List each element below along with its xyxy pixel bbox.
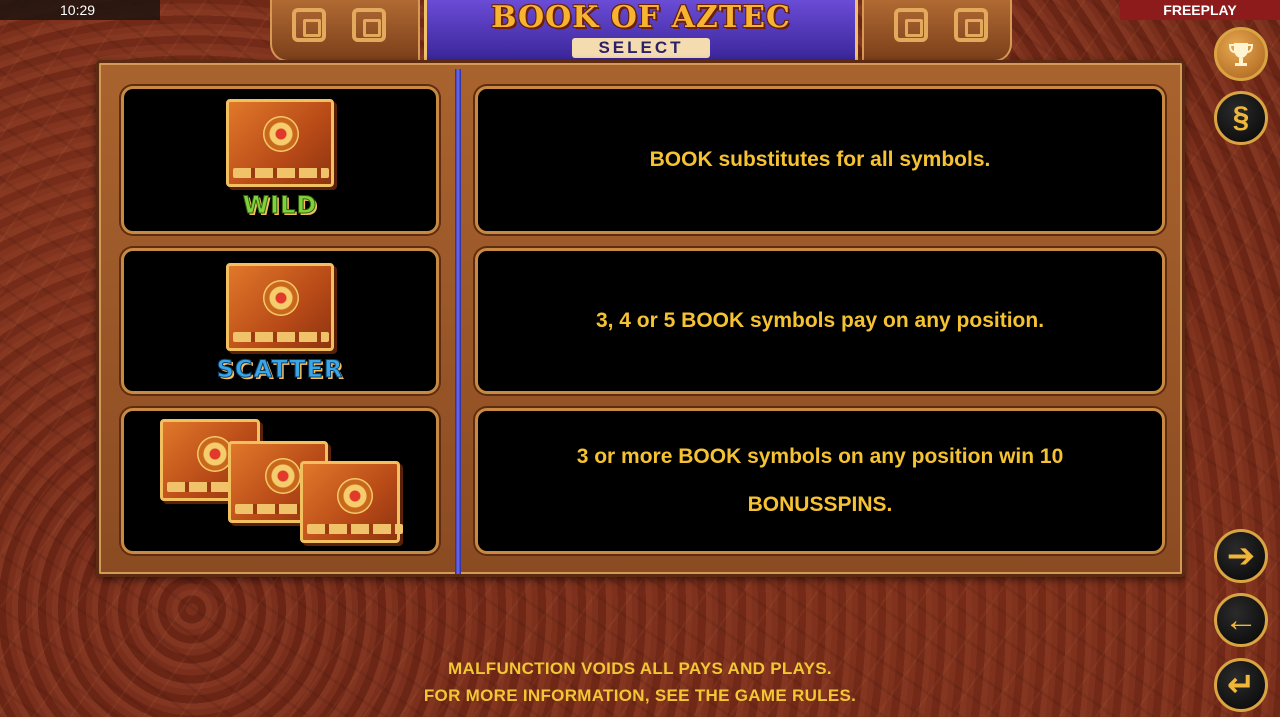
arrow-right-icon: ➔	[1226, 537, 1256, 575]
logo-subtitle: SELECT	[572, 38, 710, 58]
logo-title: BOOK OF AZTEC	[491, 0, 791, 35]
previous-page-button[interactable]: ←	[1214, 593, 1268, 647]
disclaimer-line2: FOR MORE INFORMATION, SEE THE GAME RULES…	[423, 686, 857, 705]
rules-button[interactable]: §	[1214, 91, 1268, 145]
paragraph-icon: §	[1232, 101, 1250, 134]
paytable-panel: WILD BOOK substitutes for all symbols. S…	[96, 60, 1185, 577]
arrow-left-icon: ←	[1224, 600, 1258, 639]
symbol-cell-wild: WILD	[121, 86, 439, 234]
scatter-label: SCATTER	[216, 355, 344, 384]
book-symbol-icon	[300, 461, 403, 543]
symbol-cell-scatter: SCATTER	[121, 248, 439, 394]
scatter-description: 3, 4 or 5 BOOK symbols pay on any positi…	[595, 309, 1045, 332]
freeplay-badge: FREEPLAY	[1120, 0, 1280, 20]
clock: 10:29	[0, 0, 160, 20]
disclaimer-line1: MALFUNCTION VOIDS ALL PAYS AND PLAYS.	[448, 659, 832, 678]
book-symbol-icon	[226, 99, 334, 187]
trophy-button[interactable]	[1214, 27, 1268, 81]
description-cell-bonus: 3 or more BOOK symbols on any position w…	[475, 408, 1165, 554]
trophy-icon	[1228, 43, 1254, 66]
bonus-description-line1: 3 or more BOOK symbols on any position w…	[576, 445, 1064, 468]
description-cell-scatter: 3, 4 or 5 BOOK symbols pay on any positi…	[475, 248, 1165, 394]
logo-ornament-left	[270, 0, 420, 62]
next-page-button[interactable]: ➔	[1214, 529, 1268, 583]
wild-description: BOOK substitutes for all symbols.	[649, 148, 991, 171]
aztec-spiral-icon	[292, 8, 326, 42]
description-cell-wild: BOOK substitutes for all symbols.	[475, 86, 1165, 234]
aztec-spiral-icon	[954, 8, 988, 42]
bonus-description-line2: BONUSSPINS.	[747, 493, 893, 516]
logo-ornament-right	[862, 0, 1012, 62]
wild-label: WILD	[242, 191, 318, 220]
book-symbol-icon	[226, 263, 334, 351]
symbol-cell-bonus	[121, 408, 439, 554]
aztec-spiral-icon	[894, 8, 928, 42]
aztec-spiral-icon	[352, 8, 386, 42]
game-logo: BOOK OF AZTEC SELECT	[424, 0, 858, 64]
panel-divider	[455, 69, 461, 574]
